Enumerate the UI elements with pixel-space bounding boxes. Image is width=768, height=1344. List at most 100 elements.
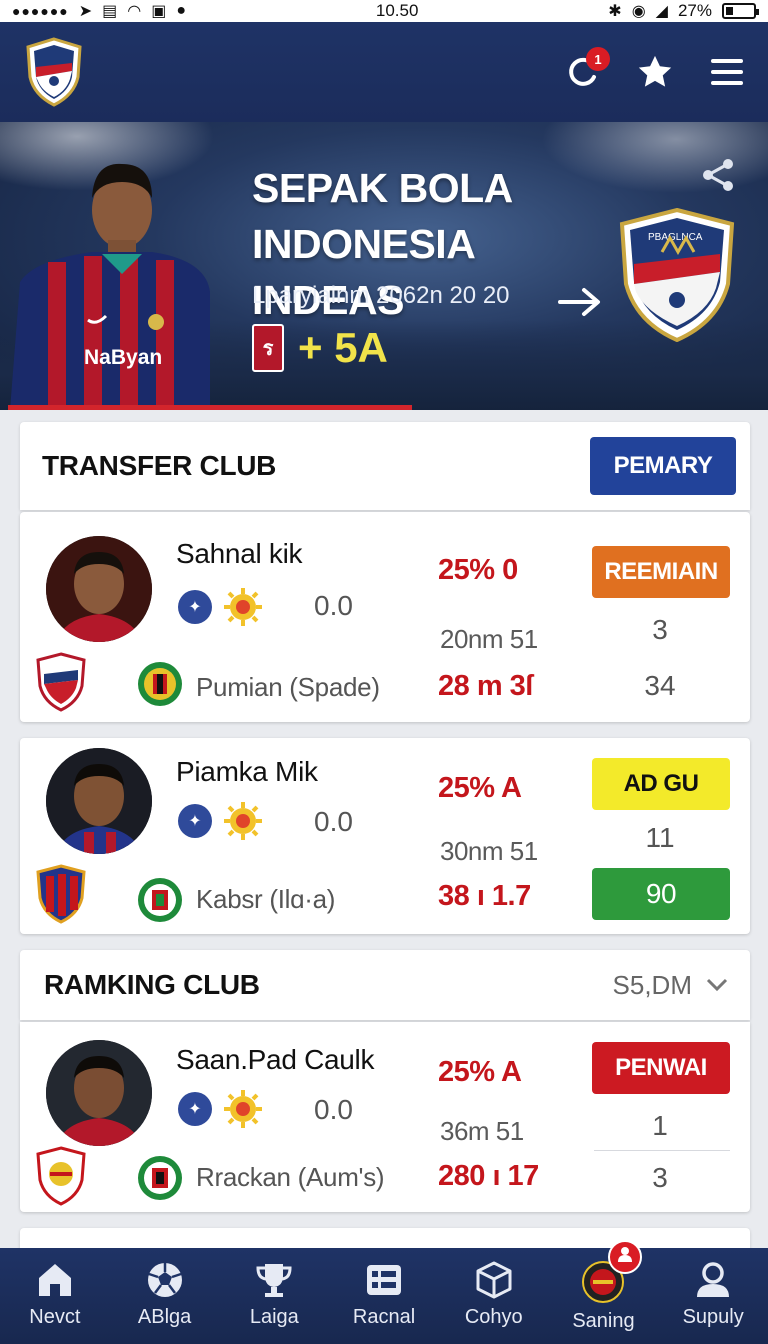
hero-player-image: NaByan xyxy=(10,163,210,410)
share-icon[interactable] xyxy=(700,156,738,194)
app-actions: 1 xyxy=(564,47,746,91)
circle-icon: ● xyxy=(176,2,187,19)
position-chip-icon: ✦ xyxy=(178,590,212,624)
stat-secondary: 30nm 51 xyxy=(440,836,538,866)
avatar xyxy=(46,748,152,854)
league-logo-icon xyxy=(138,878,182,922)
message-icon: ▤ xyxy=(102,3,118,20)
lock-icon: ▣ xyxy=(151,3,167,20)
status-left: ●●●●●● ➤ ▤ ◠ ▣ ● xyxy=(12,1,186,21)
nav-label: Cohyo xyxy=(464,1306,523,1328)
player-rating: 0.0 xyxy=(314,1094,353,1125)
position-chip-icon: ✦ xyxy=(178,1092,212,1126)
section-title: TRANSFER CLUB xyxy=(42,450,277,481)
player-rating: 0.0 xyxy=(314,806,353,837)
sun-award-icon xyxy=(224,802,262,840)
battery-percent: 27% xyxy=(677,1,712,20)
league-logo-icon xyxy=(138,1156,182,1200)
navigation-icon: ➤ xyxy=(78,3,93,20)
alarm-icon: ◉ xyxy=(631,3,646,20)
hero-banner[interactable]: NaByan SEPAK BOLA INDONESIA INDEAS Lpary… xyxy=(0,122,768,410)
player-card[interactable]: Sahnal kik ✦ 0.0 Pumian (Sраde) 25% 0 20… xyxy=(20,512,750,722)
season-filter-dropdown[interactable]: S5,DM xyxy=(613,970,728,1001)
sun-award-icon xyxy=(224,1090,262,1128)
avatar xyxy=(46,1040,152,1146)
arrow-right-icon[interactable] xyxy=(556,284,604,320)
status-badge[interactable]: AD GU xyxy=(592,758,730,810)
primary-filter-button[interactable]: PEMARY xyxy=(590,437,736,495)
player-name: Saan.Pad Caulk xyxy=(176,1044,375,1075)
club-crest-icon xyxy=(36,1146,86,1206)
user-alert-badge xyxy=(608,1240,643,1274)
nav-item-supuly[interactable]: Supuly xyxy=(658,1248,768,1344)
hero-club-crest-icon: PBAGLNCA xyxy=(619,208,735,342)
player-photo xyxy=(46,1040,152,1146)
nav-item-laiga[interactable]: Laiga xyxy=(219,1248,329,1344)
home-icon xyxy=(38,1264,71,1296)
jersey-sponsor-text: NaByan xyxy=(84,346,162,369)
status-badge[interactable]: REEMIAIN xyxy=(592,546,730,598)
stat-secondary: 20nm 51 xyxy=(440,624,538,654)
soccer-ball-icon xyxy=(147,1263,182,1297)
favorite-button[interactable] xyxy=(636,53,674,91)
nav-item-saning[interactable]: Saning xyxy=(549,1240,659,1344)
nav-label: ABlga xyxy=(137,1306,192,1328)
hamburger-menu-icon xyxy=(711,59,743,85)
nav-item-racnal[interactable]: Racnal xyxy=(329,1248,439,1344)
status-bar: ●●●●●● ➤ ▤ ◠ ▣ ● 10.50 ✱ ◉ ◢ 27% xyxy=(0,0,768,22)
stat-right-top: 3 xyxy=(652,614,668,645)
score-icon: ร xyxy=(252,324,284,372)
player-card[interactable]: Saan.Pad Caulk ✦ 0.0 Rrackan (Aum's) 25%… xyxy=(20,1022,750,1212)
hero-score: ร + 5A xyxy=(252,324,388,372)
stat-primary: 25% A xyxy=(438,772,522,804)
stat-right-top: 1 xyxy=(652,1110,668,1141)
menu-button[interactable] xyxy=(708,53,746,91)
nav-item-home[interactable]: Nevct xyxy=(0,1248,110,1344)
season-filter-label: S5,DM xyxy=(612,969,692,1000)
transfer-club-header: TRANSFER CLUB PEMARY xyxy=(20,422,750,510)
hero-score-value: + 5A xyxy=(298,324,388,371)
row-divider xyxy=(594,1150,730,1151)
user-alert-icon xyxy=(618,1247,633,1262)
club-crest-icon xyxy=(36,864,86,924)
star-icon xyxy=(638,55,672,87)
nav-item-cohyo[interactable]: Cohyo xyxy=(439,1248,549,1344)
player-photo xyxy=(46,536,152,642)
bottom-nav: Nevct ABlga Laiga Racnal Cohyo Saning Su… xyxy=(0,1240,768,1344)
player-card[interactable]: Piamka Mik ✦ 0.0 Kabsr (Ilɑ·a) 25% A 30n… xyxy=(20,738,750,934)
notification-badge: 1 xyxy=(586,47,610,71)
player-photo xyxy=(46,748,152,854)
sun-award-icon xyxy=(224,588,262,626)
refresh-button[interactable]: 1 xyxy=(564,47,610,91)
section-title: RAMKING CLUB xyxy=(44,969,260,1000)
chevron-down-icon xyxy=(706,978,728,992)
stat-primary: 25% 0 xyxy=(438,554,518,586)
app-bar: 1 xyxy=(0,22,768,122)
status-right: ✱ ◉ ◢ 27% xyxy=(608,1,759,21)
nav-label: Saning xyxy=(572,1310,635,1332)
bluetooth-icon: ✱ xyxy=(608,3,622,20)
hero-title-line1: SEPAK BOLA INDONESIA xyxy=(252,165,512,267)
player-name: Piamka Mik xyxy=(176,756,318,787)
avatar xyxy=(46,536,152,642)
player-rating: 0.0 xyxy=(314,590,353,621)
stat-right-bottom: 34 xyxy=(644,670,676,701)
stat-tertiary: 38 ı 1.7 xyxy=(438,880,531,912)
stat-primary: 25% A xyxy=(438,1056,522,1088)
cube-icon xyxy=(476,1261,512,1299)
cell-signal-icon: ◢ xyxy=(655,3,668,20)
nav-item-ablga[interactable]: ABlga xyxy=(110,1248,220,1344)
app-logo-icon[interactable] xyxy=(24,37,84,107)
status-badge[interactable]: PENWAI xyxy=(592,1042,730,1094)
user-icon xyxy=(697,1262,730,1297)
stat-tertiary: 28 m 3ſ xyxy=(438,670,533,702)
stat-right-bottom: 90 xyxy=(592,868,730,920)
ranking-club-header: RAMKING CLUB S5,DM xyxy=(20,950,750,1020)
league-logo-icon xyxy=(138,662,182,706)
stat-right-bottom: 3 xyxy=(652,1162,668,1193)
nav-label: Nevct xyxy=(29,1306,81,1328)
wifi-icon: ◠ xyxy=(127,3,142,20)
league-name: Kabsr (Ilɑ·a) xyxy=(196,884,336,914)
signal-dots-icon: ●●●●●● xyxy=(12,3,69,19)
status-time: 10.50 xyxy=(375,1,419,20)
